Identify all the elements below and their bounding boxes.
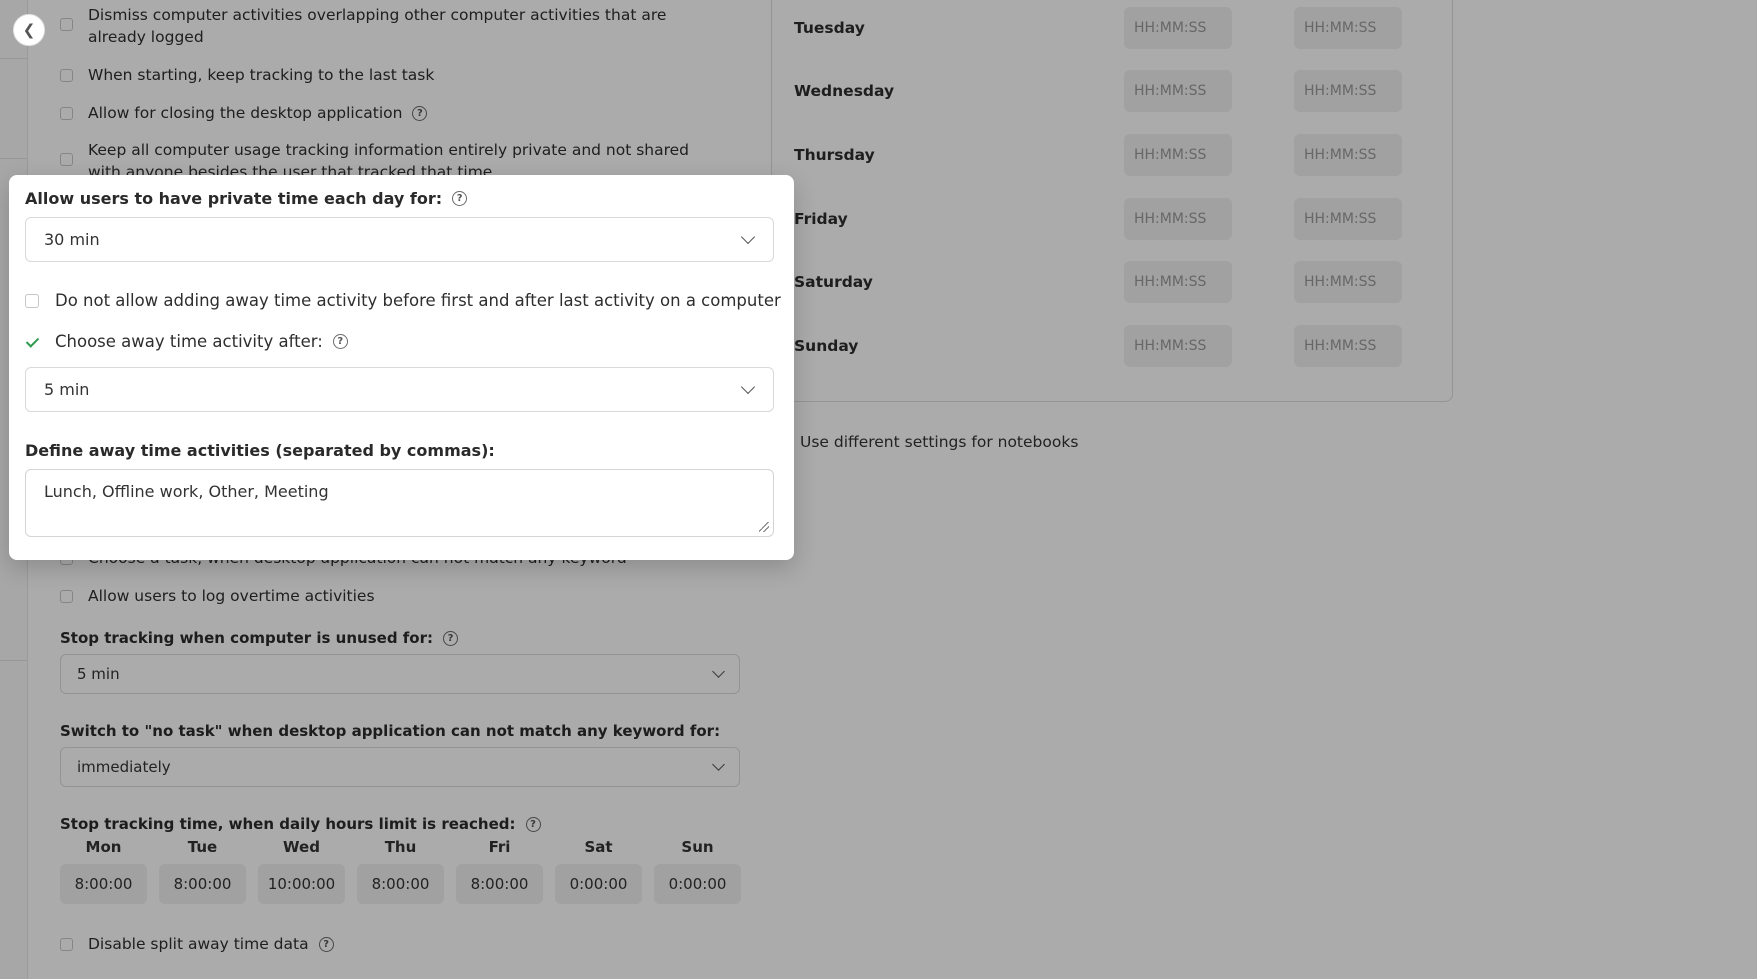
chevron-down-icon [740, 229, 756, 245]
chevron-down-icon [740, 379, 756, 395]
no-away-before-after-option[interactable]: Do not allow adding away time activity b… [25, 291, 781, 310]
option-label: Do not allow adding away time activity b… [55, 291, 781, 310]
help-icon[interactable]: ? [452, 191, 468, 206]
private-time-select[interactable]: 30 min [25, 217, 774, 262]
away-activities-textarea[interactable]: Lunch, Offline work, Other, Meeting [25, 469, 774, 537]
choose-away-after-option[interactable]: Choose away time activity after: ? [25, 332, 348, 351]
select-value: 5 min [44, 380, 90, 399]
checkbox[interactable] [25, 293, 39, 308]
away-time-settings-popover: Allow users to have private time each da… [9, 175, 794, 560]
textarea-value: Lunch, Offline work, Other, Meeting [44, 482, 329, 501]
help-icon[interactable]: ? [332, 334, 348, 349]
option-label: Choose away time activity after: [55, 332, 323, 351]
private-time-label: Allow users to have private time each da… [25, 189, 468, 208]
checkbox-checked[interactable] [25, 335, 39, 349]
resize-handle-icon[interactable] [759, 522, 769, 532]
choose-away-after-select[interactable]: 5 min [25, 367, 774, 412]
chevron-left-icon: ❮ [22, 21, 36, 39]
define-away-label: Define away time activities (separated b… [25, 441, 495, 460]
back-button[interactable]: ❮ [13, 14, 45, 46]
select-value: 30 min [44, 230, 100, 249]
